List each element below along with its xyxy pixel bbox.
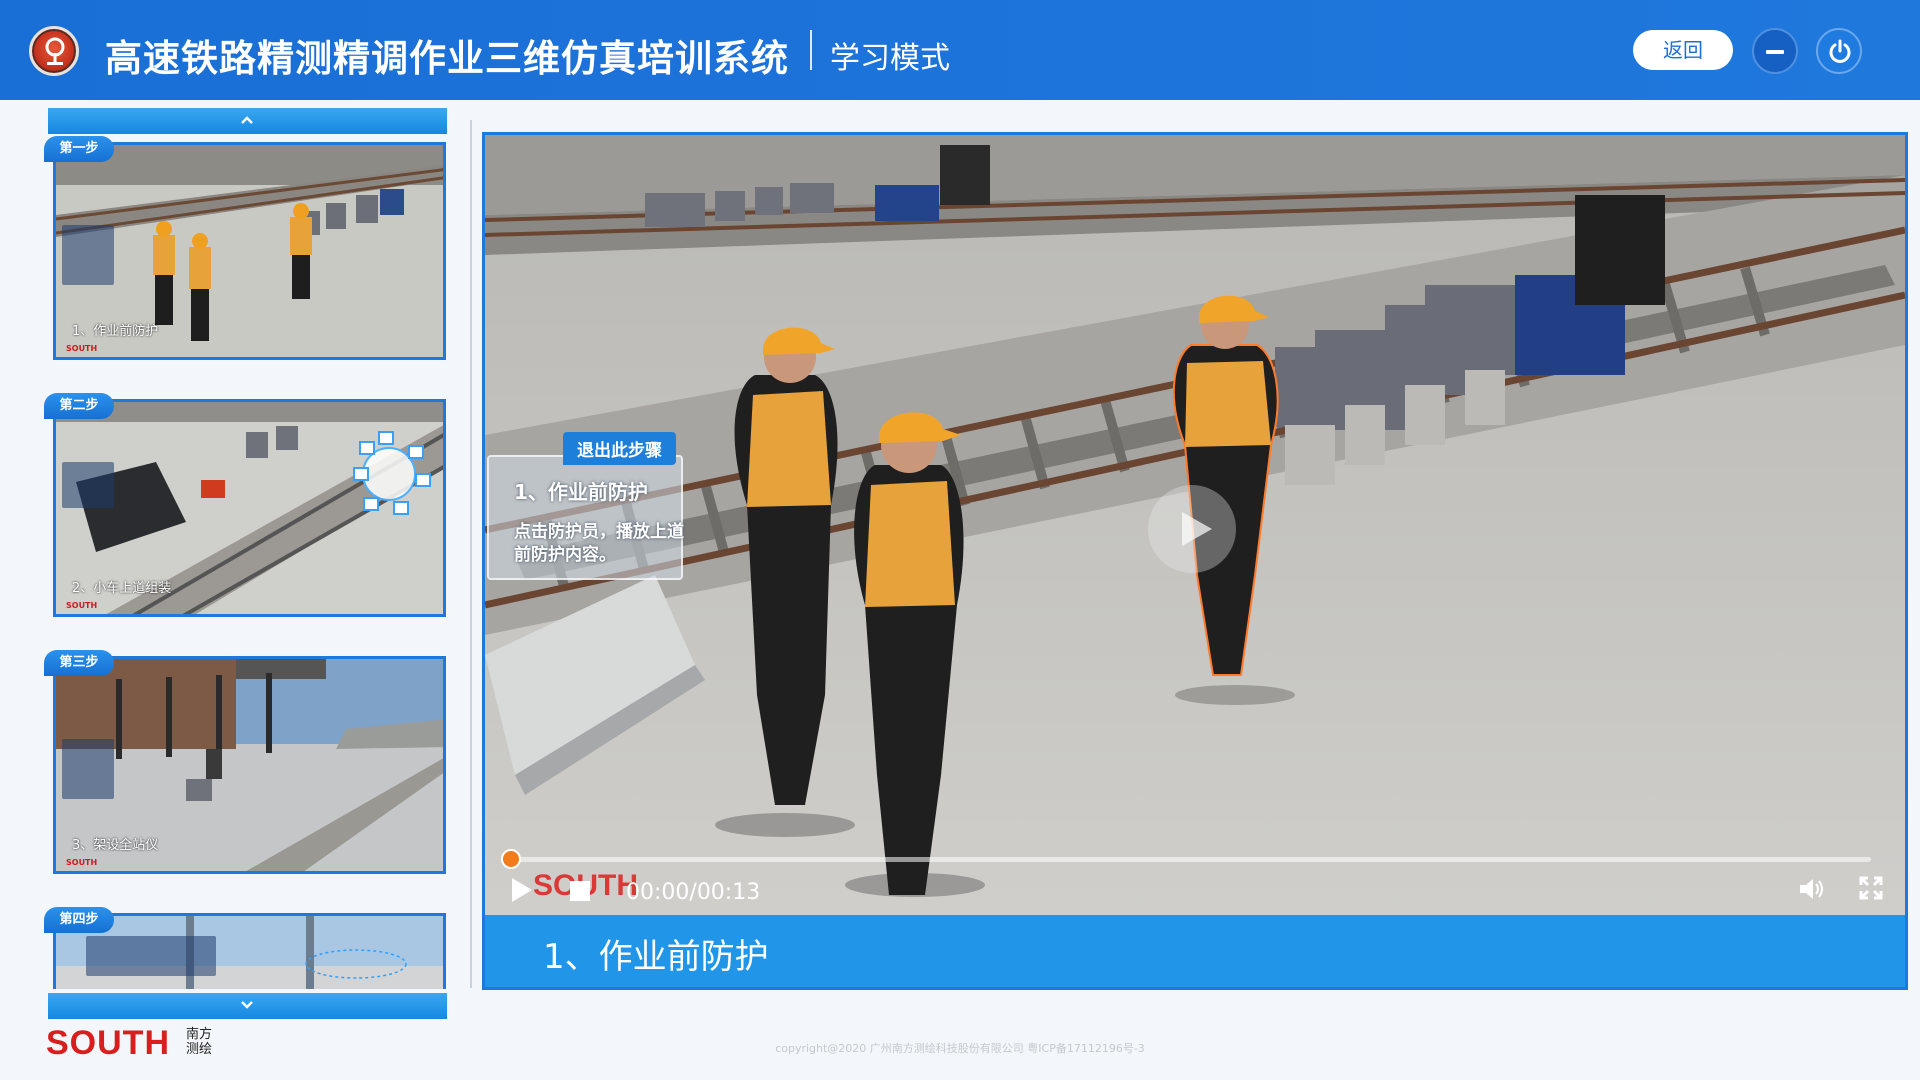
scroll-down-button[interactable] (48, 993, 447, 1019)
step-badge: 第四步 (44, 907, 114, 933)
stop-button[interactable] (570, 881, 590, 905)
step-card-2[interactable]: 2、小车上道组装 SOUTH (53, 399, 446, 617)
app-title: 高速铁路精测精调作业三维仿真培训系统 (105, 37, 789, 80)
volume-icon (1800, 879, 1823, 899)
chevron-up-icon (241, 116, 253, 124)
step-info-title: 1、作业前防护 (514, 480, 648, 504)
step-caption: 1、作业前防护 (72, 324, 159, 339)
thumb-panel (62, 225, 114, 285)
video-player[interactable]: 退出此步骤 1、作业前防护 点击防护员，播放上道前防护内容。 SOUTH 00:… (482, 132, 1908, 990)
power-icon (1829, 39, 1851, 63)
thumb-panel (86, 936, 216, 976)
fullscreen-icon (1859, 876, 1883, 900)
scroll-up-button[interactable] (48, 108, 447, 134)
step-caption: 3、架设全站仪 (72, 838, 159, 853)
thumb-panel (62, 462, 114, 508)
thumb-brand: SOUTH (66, 344, 98, 353)
title-divider (810, 30, 812, 70)
step-badge: 第三步 (44, 650, 114, 676)
minimize-icon (1766, 50, 1784, 54)
time-display: 00:00/00:13 (626, 880, 761, 905)
back-button[interactable]: 返回 (1633, 30, 1733, 70)
fullscreen-button[interactable] (1859, 876, 1883, 904)
video-caption: 1、作业前防护 (543, 937, 769, 977)
play-icon (1182, 512, 1212, 546)
railway-logo-icon (29, 26, 79, 76)
thumb-panel (62, 739, 114, 799)
app-header: 高速铁路精测精调作业三维仿真培训系统 学习模式 返回 (0, 0, 1920, 100)
step-badge: 第二步 (44, 393, 114, 419)
mode-label: 学习模式 (830, 41, 950, 76)
progress-bar[interactable] (509, 857, 1871, 862)
step-card-3[interactable]: 3、架设全站仪 SOUTH (53, 656, 446, 874)
minimize-button[interactable] (1752, 28, 1798, 74)
step-card-1[interactable]: 1、作业前防护 SOUTH (53, 142, 446, 360)
exit-step-button[interactable]: 退出此步骤 (563, 432, 676, 465)
caption-bar: 1、作业前防护 (485, 915, 1905, 987)
progress-handle[interactable] (501, 849, 521, 869)
step-info-panel: 1、作业前防护 点击防护员，播放上道前防护内容。 (487, 455, 684, 580)
chevron-down-icon (241, 1001, 253, 1009)
step-caption: 2、小车上道组装 (72, 581, 172, 596)
sidebar-divider (470, 120, 472, 988)
center-play-button[interactable] (1148, 485, 1236, 573)
thumb-brand: SOUTH (66, 601, 98, 610)
power-button[interactable] (1816, 28, 1862, 74)
play-icon (512, 878, 532, 902)
copyright: copyright@2020 广州南方测绘科技股份有限公司 粤ICP备17112… (775, 1042, 1145, 1055)
step-badge: 第一步 (44, 136, 114, 162)
step-info-desc: 点击防护员，播放上道前防护内容。 (514, 522, 684, 565)
volume-button[interactable] (1799, 877, 1825, 905)
thumb-brand: SOUTH (66, 858, 98, 867)
stop-icon (570, 881, 590, 901)
play-button[interactable] (511, 877, 533, 907)
